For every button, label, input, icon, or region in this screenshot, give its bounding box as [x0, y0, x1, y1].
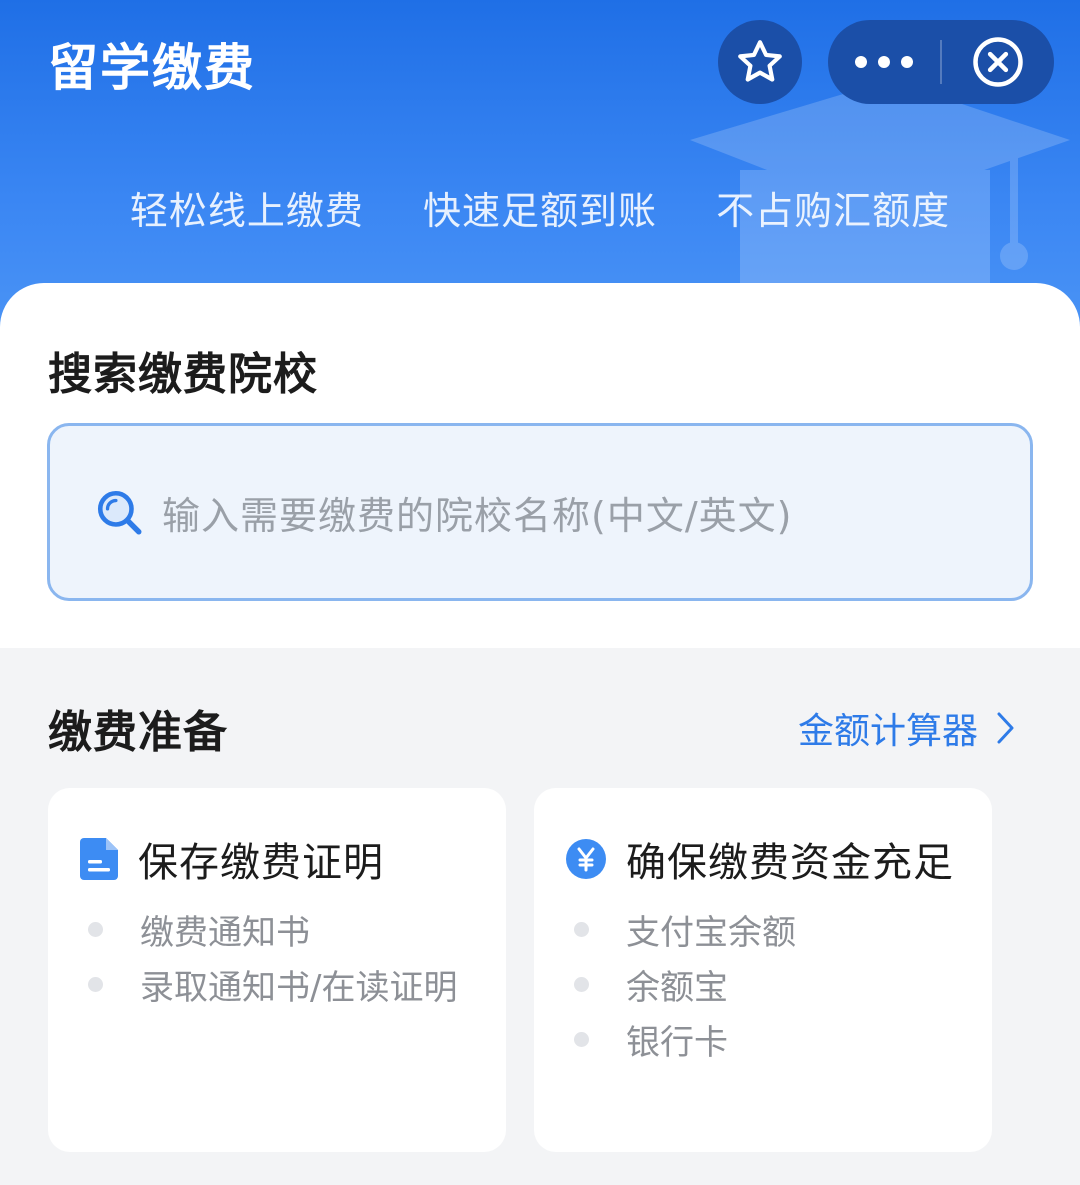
section-title: 缴费准备 [48, 707, 228, 758]
search-input[interactable]: 输入需要缴费的院校名称(中文/英文) [47, 423, 1033, 601]
search-title: 搜索缴费院校 [48, 349, 318, 400]
list-item: 银行卡 [574, 1012, 796, 1067]
funds-card[interactable]: 确保缴费资金充足 支付宝余额 余额宝 银行卡 [534, 788, 992, 1152]
list-item-label: 录取通知书/在读证明 [140, 968, 458, 1008]
search-section: 搜索缴费院校 输入需要缴费的院校名称(中文/英文) [0, 283, 1080, 648]
calculator-link[interactable]: 金额计算器 [798, 702, 1016, 754]
chevron-right-icon [997, 712, 1014, 744]
tagline-item: 快速足额到账 [422, 189, 657, 233]
tagline-item: 轻松线上缴费 [129, 189, 364, 233]
list-item-label: 支付宝余额 [626, 913, 796, 953]
more-dots-icon [901, 56, 913, 68]
star-icon [738, 40, 782, 82]
yuan-icon [566, 839, 606, 879]
list-item: 余额宝 [574, 957, 796, 1012]
card-list: 缴费通知书 录取通知书/在读证明 [88, 902, 457, 1012]
search-placeholder: 输入需要缴费的院校名称(中文/英文) [162, 493, 793, 538]
more-dots-icon [855, 56, 867, 68]
calculator-link-label: 金额计算器 [798, 711, 979, 752]
list-item: 录取通知书/在读证明 [88, 957, 457, 1012]
favorite-button[interactable] [718, 20, 802, 104]
bullet-icon [574, 922, 589, 937]
bullet-icon [88, 977, 103, 992]
tagline-item: 不占购汇额度 [716, 189, 951, 233]
list-item: 缴费通知书 [88, 902, 457, 957]
mini-program-capsule [828, 20, 1054, 104]
card-title: 保存缴费证明 [138, 840, 384, 886]
card-list: 支付宝余额 余额宝 银行卡 [574, 902, 796, 1067]
document-icon [80, 838, 118, 880]
card-header: 保存缴费证明 [80, 830, 384, 888]
proof-card[interactable]: 保存缴费证明 缴费通知书 录取通知书/在读证明 [48, 788, 506, 1152]
list-item-label: 银行卡 [626, 1023, 728, 1063]
list-item-label: 缴费通知书 [140, 913, 310, 953]
list-item: 支付宝余额 [574, 902, 796, 957]
list-item-label: 余额宝 [626, 968, 728, 1008]
bullet-icon [88, 922, 103, 937]
bullet-icon [574, 1032, 589, 1047]
card-header: 确保缴费资金充足 [566, 830, 954, 888]
close-circle-icon [973, 37, 1023, 87]
bullet-icon [574, 977, 589, 992]
tagline: 轻松线上缴费 快速足额到账 不占购汇额度 [0, 180, 1080, 235]
header: 留学缴费 轻松线上缴费 快速足额到账 不占购汇额度 [0, 0, 1080, 330]
more-dots-icon [878, 56, 890, 68]
more-button[interactable] [828, 20, 940, 104]
search-icon [97, 490, 142, 535]
card-title: 确保缴费资金充足 [626, 840, 954, 886]
close-button[interactable] [942, 20, 1054, 104]
page-title: 留学缴费 [48, 39, 256, 97]
